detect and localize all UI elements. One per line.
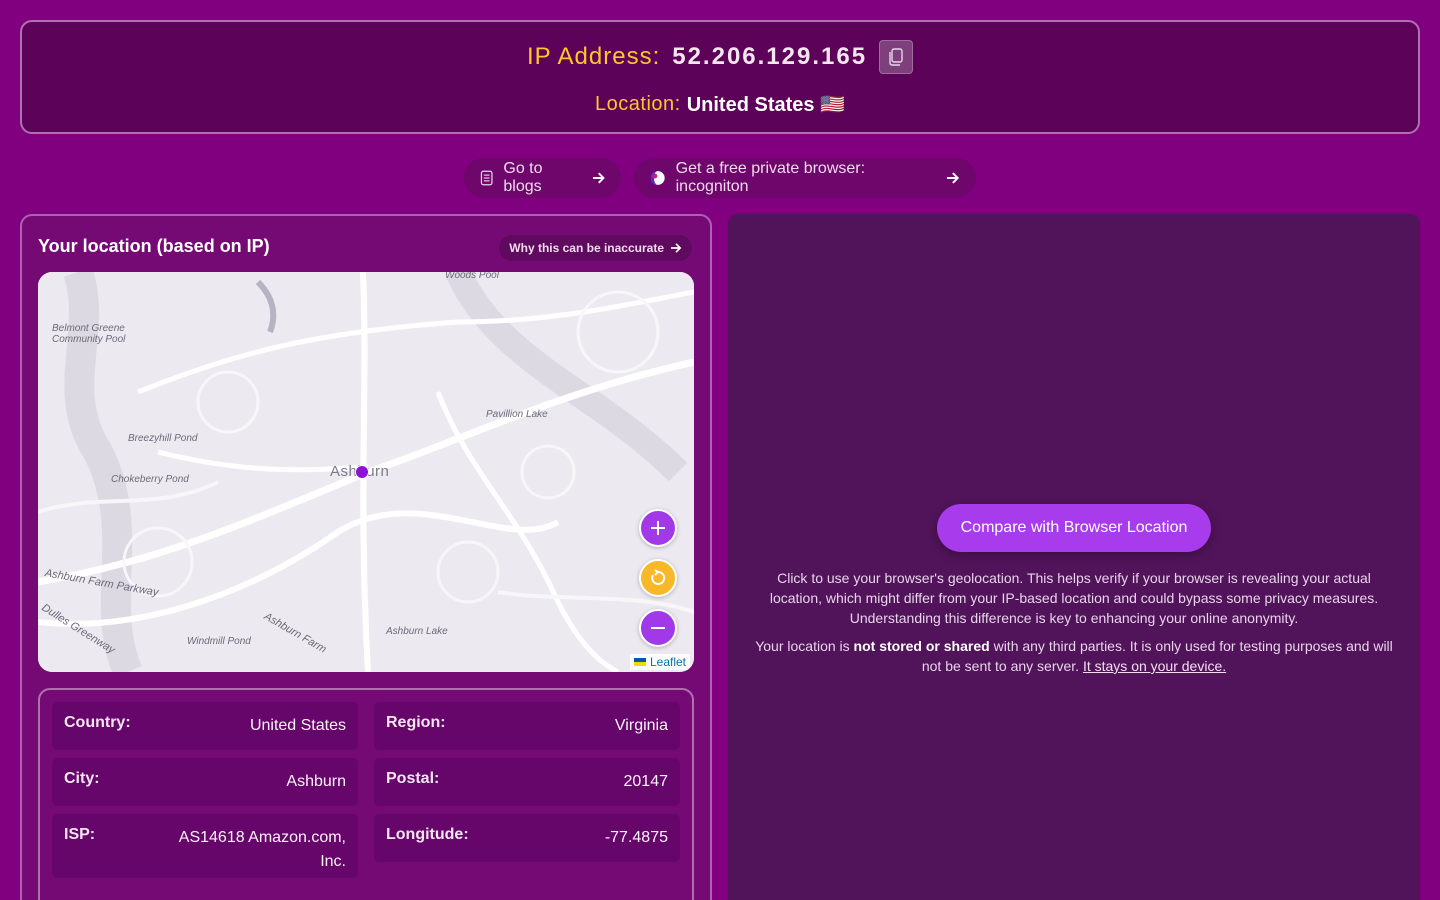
why-inaccurate-button[interactable]: Why this can be inaccurate	[499, 235, 692, 261]
compare-browser-location-button[interactable]: Compare with Browser Location	[937, 504, 1211, 552]
go-to-blogs-label: Go to blogs	[503, 160, 543, 195]
location-value: United States 🇺🇸	[686, 93, 845, 116]
privacy-link[interactable]: It stays on your device.	[1083, 658, 1226, 674]
ip-value[interactable]: 52.206.129.165	[672, 43, 867, 71]
arrow-right-icon	[947, 172, 960, 184]
arrow-right-icon	[671, 243, 682, 253]
geolocation-description: Click to use your browser's geolocation.…	[769, 570, 1379, 626]
location-row: Location: United States 🇺🇸	[22, 92, 1418, 116]
ip-location-panel: Your location (based on IP) Why this can…	[20, 214, 712, 900]
map-place-label: Windmill Pond	[187, 636, 251, 647]
country-value: United States	[249, 717, 346, 734]
map-place-label: Belmont Greene	[52, 323, 125, 334]
postal-value: 20147	[623, 773, 669, 790]
map-place-label: Community Pool	[52, 334, 126, 345]
plus-icon	[651, 521, 665, 535]
rotate-icon	[651, 569, 666, 585]
country-cell: Country: United States	[52, 702, 358, 750]
copy-button[interactable]	[879, 40, 914, 74]
privacy-bold: not stored or shared	[853, 638, 990, 654]
incogniton-button[interactable]: Get a free private browser: incogniton	[634, 158, 976, 198]
ip-row: IP Address: 52.206.129.165	[22, 40, 1418, 74]
ukraine-flag-icon	[633, 658, 646, 666]
arrow-right-icon	[592, 172, 605, 184]
ip-label: IP Address:	[526, 43, 661, 70]
panel-title: Your location (based on IP)	[38, 236, 270, 256]
map-place-label: Woods Pool	[445, 272, 499, 281]
ip-info-box: Country: United States Region: Virginia …	[38, 688, 694, 900]
city-cell: City: Ashburn	[52, 758, 358, 806]
reset-view-button[interactable]	[639, 559, 677, 597]
country-label: Country:	[64, 714, 131, 731]
city-value: Ashburn	[286, 773, 346, 790]
isp-cell: ISP: AS14618 Amazon.com, Inc.	[52, 814, 358, 878]
privacy-prefix: Your location is	[755, 638, 850, 654]
map-attribution[interactable]: Leaflet	[629, 654, 690, 670]
zoom-in-button[interactable]	[639, 509, 677, 547]
go-to-blogs-button[interactable]: Go to blogs	[464, 158, 621, 198]
map-place-label: Ashburn Lake	[386, 626, 448, 637]
map-place-label: Pavillion Lake	[486, 409, 548, 420]
zoom-out-button[interactable]	[639, 609, 677, 647]
browser-location-panel: Compare with Browser Location Click to u…	[728, 214, 1420, 900]
privacy-note: Your location is not stored or shared wi…	[754, 636, 1394, 676]
longitude-value: -77.4875	[604, 829, 668, 846]
postal-label: Postal:	[386, 770, 440, 787]
attribution-label: Leaflet	[649, 655, 686, 669]
location-map[interactable]: Woods Pool Belmont Greene Community Pool…	[38, 272, 694, 672]
ip-card: IP Address: 52.206.129.165 Location: Uni…	[20, 20, 1420, 134]
isp-value: AS14618 Amazon.com, Inc.	[178, 829, 346, 870]
city-label: City:	[64, 770, 100, 787]
longitude-cell: Longitude: -77.4875	[374, 814, 680, 862]
longitude-label: Longitude:	[386, 826, 469, 843]
location-marker[interactable]	[355, 465, 369, 479]
postal-cell: Postal: 20147	[374, 758, 680, 806]
incogniton-label: Get a free private browser: incogniton	[675, 160, 866, 195]
region-value: Virginia	[614, 717, 668, 734]
why-inaccurate-label: Why this can be inaccurate	[509, 241, 664, 255]
copy-icon	[889, 48, 903, 66]
incogniton-logo-icon	[650, 171, 665, 185]
region-cell: Region: Virginia	[374, 702, 680, 750]
location-label: Location:	[595, 92, 681, 115]
map-place-label: Breezyhill Pond	[128, 433, 198, 444]
isp-label: ISP:	[64, 826, 96, 843]
region-label: Region:	[386, 714, 446, 731]
minus-icon	[651, 627, 665, 629]
document-icon	[480, 170, 493, 186]
map-place-label: Chokeberry Pond	[111, 474, 189, 485]
